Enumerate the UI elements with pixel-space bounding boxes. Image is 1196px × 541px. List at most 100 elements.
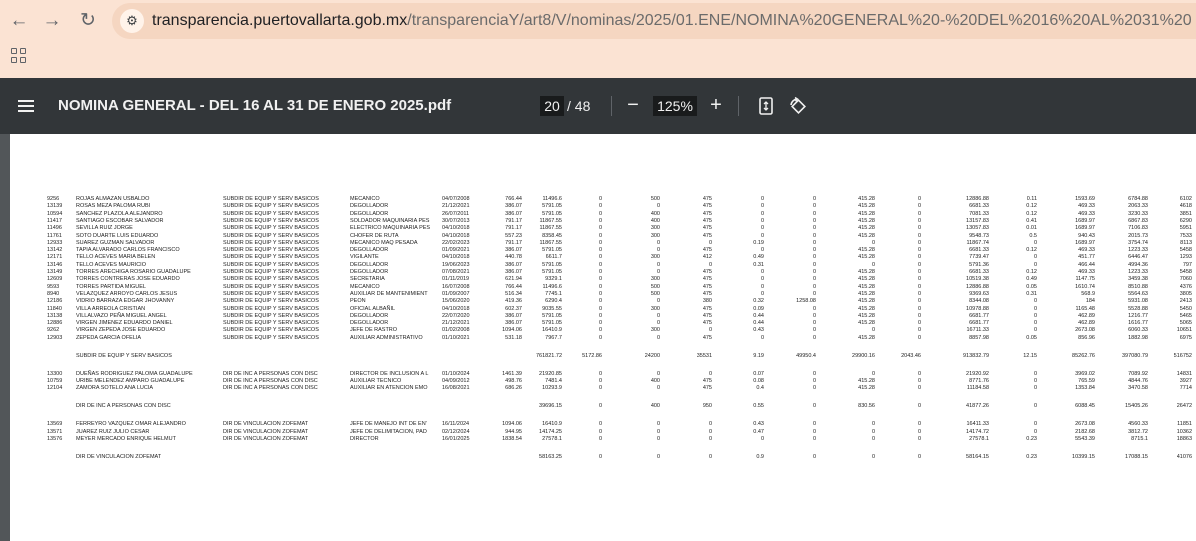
toolbar-divider	[611, 96, 612, 116]
table-cell: 0	[917, 403, 921, 410]
table-cell: 15405.26	[1125, 403, 1148, 410]
table-row: SUBDIR DE EQUIP Y SERV BASICOS 761821.72 5…	[10, 352, 1196, 360]
table-cell: 8857.98	[969, 334, 989, 341]
table-cell: 397080.79	[1122, 352, 1148, 359]
table-cell: 0.23	[1026, 435, 1037, 442]
table-cell: 85262.76	[1072, 352, 1095, 359]
table-cell: 0	[917, 453, 921, 460]
table-cell: 29900.16	[852, 352, 875, 359]
table-cell: 2043.46	[901, 352, 921, 359]
table-cell: 475	[702, 334, 712, 341]
table-row: 12903 ZEPEDA GARCIA OFELIA SUBDIR DE EQUIP…	[10, 334, 1196, 342]
table-cell: 49950.4	[796, 352, 816, 359]
table-cell: 0.23	[1026, 453, 1037, 460]
table-row: DIR DE INC A PERSONAS CON DISC 39696.15 0 4…	[10, 402, 1196, 410]
rotate-icon[interactable]	[788, 96, 808, 116]
zoom-in-icon[interactable]: +	[706, 94, 726, 118]
fit-page-icon[interactable]	[756, 96, 776, 116]
table-cell: 950	[702, 403, 712, 410]
table-cell: 0	[656, 453, 660, 460]
toolbar-divider	[738, 96, 739, 116]
pdf-page: 9256 ROJAS ALMAZAN USBALDO SUBDIR DE EQUIP…	[10, 134, 1196, 541]
table-cell: 0	[871, 435, 875, 442]
table-cell: 27578.1	[542, 435, 562, 442]
table-cell: 0	[812, 453, 816, 460]
page-total: / 48	[567, 98, 591, 114]
table-cell: 516752	[1173, 352, 1192, 359]
url-text[interactable]: transparencia.puertovallarta.gob.mx/tran…	[152, 3, 1192, 39]
table-cell: 10399.15	[1072, 453, 1095, 460]
table-cell: 1353.84	[1075, 385, 1095, 392]
table-cell: DIR DE VINCULACION ZOFEMAT	[76, 453, 162, 460]
table-cell: 18863	[1176, 435, 1192, 442]
table-cell: DIRECTOR	[350, 435, 379, 442]
table-cell: DIR DE INC A PERSONAS CON DISC	[76, 403, 171, 410]
table-cell: 0.55	[753, 403, 764, 410]
table-cell: 0	[1033, 385, 1037, 392]
table-cell: MEYER MERCADO ENRIQUE HELMUT	[76, 435, 176, 442]
table-cell: 6975	[1179, 334, 1192, 341]
apps-grid-icon[interactable]	[11, 48, 29, 66]
table-row: DIR DE VINCULACION ZOFEMAT 58163.25 0 0 0 0.9…	[10, 453, 1196, 461]
table-cell: DIR DE INC A PERSONAS CON DISC	[223, 385, 318, 392]
table-cell: 5543.39	[1075, 435, 1095, 442]
url-host: transparencia.puertovallarta.gob.mx	[152, 12, 408, 29]
table-cell: 415.28	[858, 334, 875, 341]
browser-chrome: ← → ↻ ⚙ transparencia.puertovallarta.gob…	[0, 0, 1196, 78]
table-cell: 58164.15	[966, 453, 989, 460]
table-cell: 16/08/2021	[442, 385, 470, 392]
table-cell: 5172.86	[582, 352, 602, 359]
table-cell: 856.96	[1078, 334, 1095, 341]
forward-arrow-icon[interactable]: →	[39, 8, 65, 34]
reload-icon[interactable]: ↻	[75, 8, 101, 34]
table-cell: 0	[656, 385, 660, 392]
table-cell: 7967.7	[545, 334, 562, 341]
table-cell: 686.26	[505, 385, 522, 392]
table-cell: ZAMORA SOTELO ANA LUCIA	[76, 385, 154, 392]
table-cell: 1882.98	[1128, 334, 1148, 341]
table-cell: 0	[812, 403, 816, 410]
table-cell: 0	[917, 435, 921, 442]
table-cell: 0.4	[756, 385, 764, 392]
url-path: /transparenciaY/art8/V/nominas/2025/01.E…	[407, 12, 1192, 29]
table-cell: 0	[708, 435, 712, 442]
table-cell: 0.9	[756, 453, 764, 460]
page-number-input[interactable]: 20	[540, 96, 564, 116]
table-cell: 531.18	[505, 334, 522, 341]
table-cell: SUBDIR DE EQUIP Y SERV BASICOS	[223, 334, 319, 341]
site-info-icon[interactable]: ⚙	[120, 9, 144, 33]
table-cell: 3470.58	[1128, 385, 1148, 392]
table-cell: 400	[650, 403, 660, 410]
back-arrow-icon[interactable]: ←	[6, 8, 32, 34]
table-cell: 11184.58	[966, 385, 989, 392]
table-row: 13576 MEYER MERCADO ENRIQUE HELMUT DIR DE …	[10, 435, 1196, 443]
table-cell: 39696.15	[539, 403, 562, 410]
table-cell: 0	[708, 453, 712, 460]
table-cell: 913832.79	[963, 352, 989, 359]
table-cell: 415.28	[858, 385, 875, 392]
zoom-level-input[interactable]: 125%	[653, 96, 697, 116]
table-cell: AUXILIAR EN ATENCION EMO	[350, 385, 428, 392]
menu-icon[interactable]	[18, 100, 34, 112]
table-cell: 58163.25	[539, 453, 562, 460]
table-cell: 8715.1	[1131, 435, 1148, 442]
pdf-toolbar: NOMINA GENERAL - DEL 16 AL 31 DE ENERO 2…	[0, 78, 1196, 134]
table-cell: 0	[656, 334, 660, 341]
table-cell: DIR DE VINCULACION ZOFEMAT	[223, 435, 309, 442]
address-bar[interactable]: ⚙ transparencia.puertovallarta.gob.mx/tr…	[112, 3, 1196, 39]
table-cell: 0	[598, 403, 602, 410]
table-cell: AUXILIAR ADMINISTRATIVO	[350, 334, 423, 341]
table-cell: 0	[760, 334, 764, 341]
table-cell: 830.56	[858, 403, 875, 410]
table-cell: 41076	[1176, 453, 1192, 460]
table-cell: 0	[598, 435, 602, 442]
zoom-out-icon[interactable]: −	[623, 94, 643, 118]
table-cell: 0	[598, 385, 602, 392]
table-cell: 0	[917, 385, 921, 392]
table-row: 12104 ZAMORA SOTELO ANA LUCIA DIR DE INC A…	[10, 384, 1196, 392]
table-cell: 0.05	[1026, 334, 1037, 341]
table-cell: 761821.72	[536, 352, 562, 359]
table-cell: 24200	[644, 352, 660, 359]
table-cell: 12.15	[1023, 352, 1037, 359]
document-title: NOMINA GENERAL - DEL 16 AL 31 DE ENERO 2…	[58, 97, 452, 114]
